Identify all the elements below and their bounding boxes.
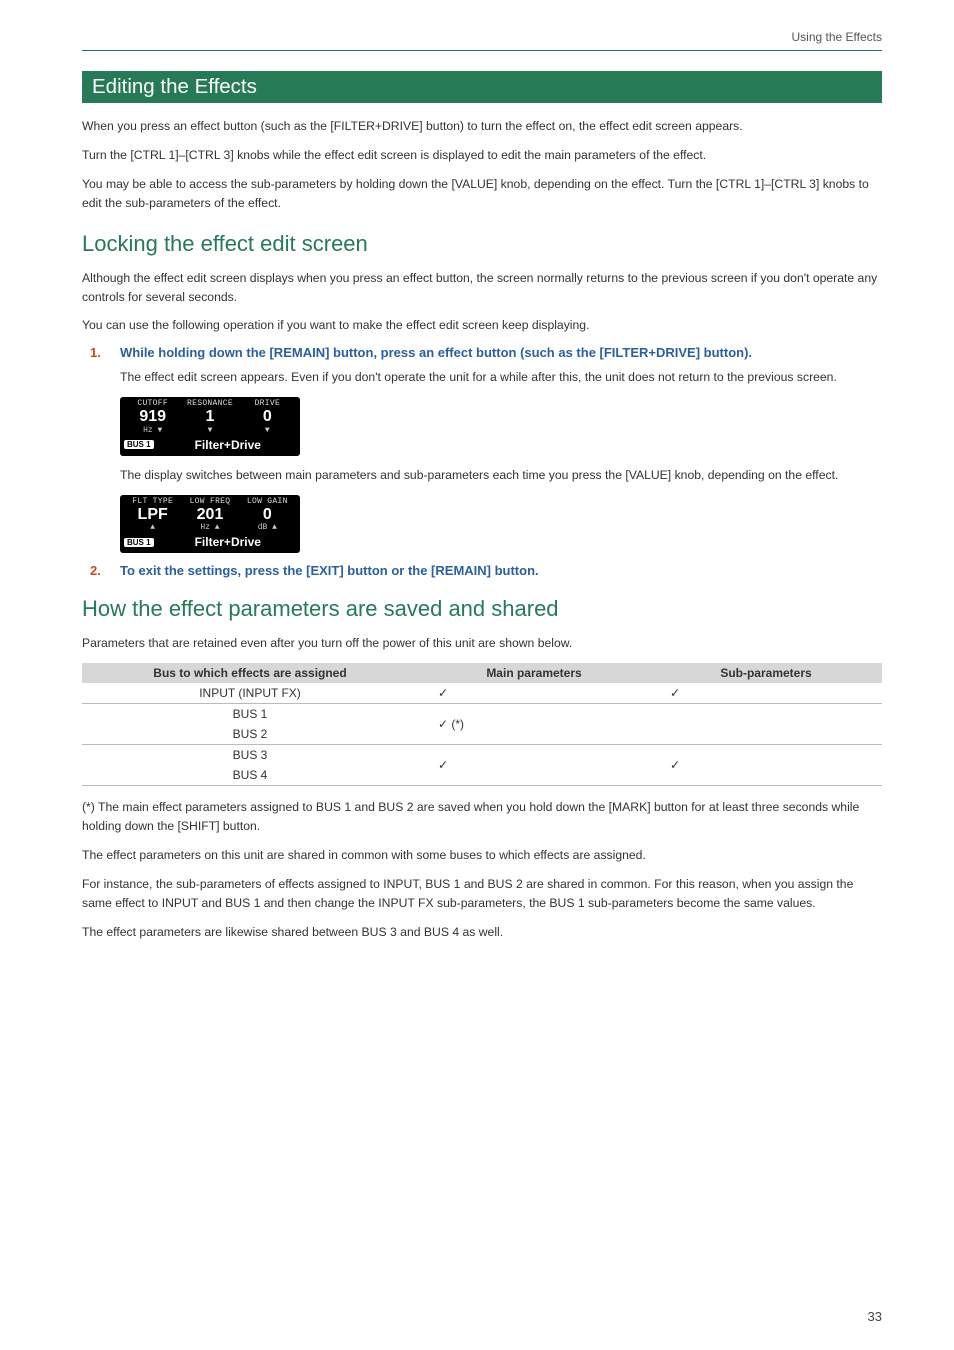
footnote: The effect parameters are likewise share…: [82, 923, 882, 942]
table-header: Main parameters: [418, 663, 650, 683]
lcd-param-sub: ▼: [181, 426, 238, 435]
table-cell-main: ✓ (*): [418, 704, 650, 745]
step-instruction: To exit the settings, press the [EXIT] b…: [120, 563, 539, 578]
table-cell-bus: INPUT (INPUT FX): [82, 683, 418, 704]
step-number: 2.: [90, 563, 106, 578]
table-cell-sub: ✓: [650, 745, 882, 786]
footnote: The effect parameters on this unit are s…: [82, 846, 882, 865]
table-cell-bus: BUS 2: [82, 724, 418, 745]
lcd-bus-badge: BUS 1: [124, 538, 154, 547]
lcd-effect-name: Filter+Drive: [160, 535, 296, 549]
lcd-param-value: 919: [124, 408, 181, 426]
section-title: Editing the Effects: [82, 71, 882, 103]
lcd-screenshot-sub: FLT TYPE LOW FREQ LOW GAIN LPF 201 0 ▲ H…: [120, 495, 300, 554]
table-row: BUS 3 ✓ ✓: [82, 745, 882, 766]
footnote: For instance, the sub-parameters of effe…: [82, 875, 882, 913]
table-cell-bus: BUS 4: [82, 765, 418, 786]
step-number: 1.: [90, 345, 106, 360]
lcd-screenshot-main: CUTOFF RESONANCE DRIVE 919 1 0 Hz ▼ ▼ ▼ …: [120, 397, 300, 456]
lcd-param-value: 201: [181, 506, 238, 524]
lcd-param-sub: ▲: [124, 523, 181, 532]
table-row: BUS 1 ✓ (*): [82, 704, 882, 725]
lcd-param-label: RESONANCE: [181, 399, 238, 408]
table-cell-bus: BUS 3: [82, 745, 418, 766]
lcd-param-label: LOW FREQ: [181, 497, 238, 506]
lcd-param-sub: Hz ▼: [124, 426, 181, 435]
table-cell-bus: BUS 1: [82, 704, 418, 725]
table-row: INPUT (INPUT FX) ✓ ✓: [82, 683, 882, 704]
table-cell-sub: [650, 704, 882, 745]
table-cell-sub: ✓: [650, 683, 882, 704]
step-1-after: The effect edit screen appears. Even if …: [120, 368, 882, 387]
table-header: Bus to which effects are assigned: [82, 663, 418, 683]
footnote: (*) The main effect parameters assigned …: [82, 798, 882, 836]
lcd-bus-badge: BUS 1: [124, 440, 154, 449]
lcd-param-sub: ▼: [239, 426, 296, 435]
step-2: 2. To exit the settings, press the [EXIT…: [90, 563, 882, 578]
header-rule: [82, 50, 882, 51]
lcd-param-value: 0: [239, 506, 296, 524]
lcd-param-value: 0: [239, 408, 296, 426]
running-head: Using the Effects: [82, 30, 882, 44]
lcd-param-value: LPF: [124, 506, 181, 524]
heading-saved-shared: How the effect parameters are saved and …: [82, 596, 882, 622]
save-intro: Parameters that are retained even after …: [82, 634, 882, 653]
lcd-between-text: The display switches between main parame…: [120, 466, 882, 485]
intro-paragraph: When you press an effect button (such as…: [82, 117, 882, 136]
intro-paragraph: Turn the [CTRL 1]–[CTRL 3] knobs while t…: [82, 146, 882, 165]
lcd-param-sub: dB ▲: [239, 523, 296, 532]
lcd-param-label: CUTOFF: [124, 399, 181, 408]
page-number: 33: [868, 1309, 882, 1324]
lcd-param-label: FLT TYPE: [124, 497, 181, 506]
lock-paragraph: You can use the following operation if y…: [82, 316, 882, 335]
lcd-param-label: DRIVE: [239, 399, 296, 408]
lcd-param-value: 1: [181, 408, 238, 426]
lcd-param-sub: Hz ▲: [181, 523, 238, 532]
parameters-table: Bus to which effects are assigned Main p…: [82, 663, 882, 786]
step-1: 1. While holding down the [REMAIN] butto…: [90, 345, 882, 360]
lcd-effect-name: Filter+Drive: [160, 438, 296, 452]
lock-paragraph: Although the effect edit screen displays…: [82, 269, 882, 307]
heading-locking: Locking the effect edit screen: [82, 231, 882, 257]
intro-paragraph: You may be able to access the sub-parame…: [82, 175, 882, 213]
step-instruction: While holding down the [REMAIN] button, …: [120, 345, 752, 360]
table-header: Sub-parameters: [650, 663, 882, 683]
table-cell-main: ✓: [418, 683, 650, 704]
lcd-param-label: LOW GAIN: [239, 497, 296, 506]
table-cell-main: ✓: [418, 745, 650, 786]
